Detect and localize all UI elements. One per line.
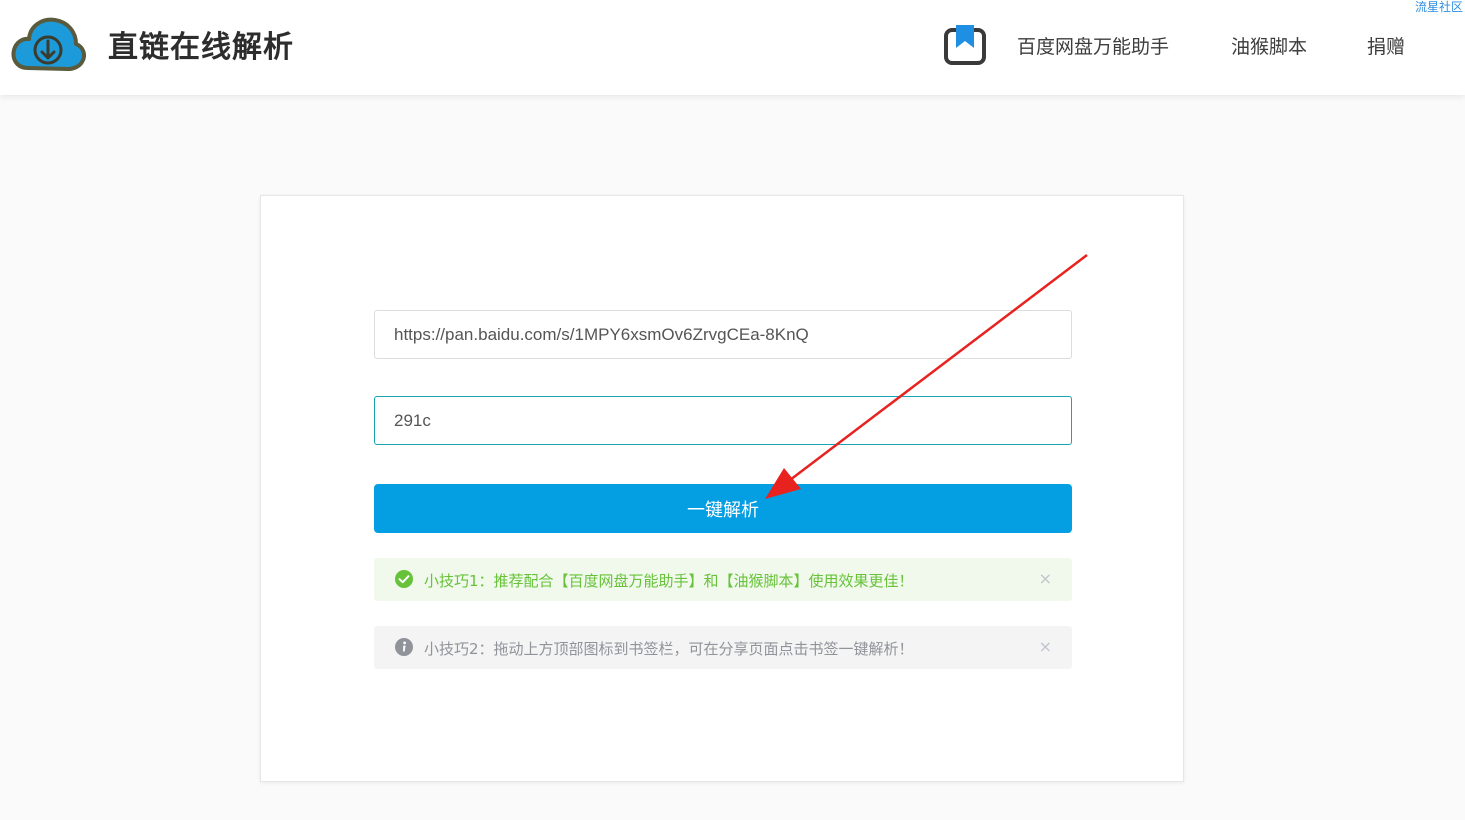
info-circle-icon: [395, 638, 413, 656]
close-icon[interactable]: ×: [1039, 637, 1052, 657]
cloud-download-icon[interactable]: [10, 14, 86, 76]
nav-donate-link[interactable]: 捐赠: [1367, 32, 1405, 59]
tip-text: 小技巧1：推荐配合【百度网盘万能助手】和【油猴脚本】使用效果更佳！: [424, 572, 914, 590]
watermark-text: 流星社区: [1414, 0, 1463, 14]
nav-userscript-link[interactable]: 油猴脚本: [1231, 32, 1307, 59]
parse-card: 一键解析 小技巧1：推荐配合【百度网盘万能助手】和【油猴脚本】使用效果更佳！ ×…: [260, 195, 1184, 782]
close-icon[interactable]: ×: [1039, 569, 1052, 589]
share-link-input[interactable]: [374, 310, 1072, 359]
extract-code-input[interactable]: [374, 396, 1072, 445]
check-circle-icon: [395, 570, 413, 588]
tip-alert-info: 小技巧2：拖动上方顶部图标到书签栏，可在分享页面点击书签一键解析！ ×: [374, 626, 1072, 669]
site-header: 流星社区 直链在线解析 百度网盘万能助手 油猴脚本 捐赠: [0, 0, 1465, 95]
tip-alert-success: 小技巧1：推荐配合【百度网盘万能助手】和【油猴脚本】使用效果更佳！ ×: [374, 558, 1072, 601]
nav-baidu-helper-link[interactable]: 百度网盘万能助手: [1017, 32, 1169, 59]
bookmark-icon[interactable]: [943, 24, 987, 66]
parse-button[interactable]: 一键解析: [374, 484, 1072, 533]
site-title: 直链在线解析: [108, 30, 294, 65]
tip-text: 小技巧2：拖动上方顶部图标到书签栏，可在分享页面点击书签一键解析！: [424, 640, 914, 658]
